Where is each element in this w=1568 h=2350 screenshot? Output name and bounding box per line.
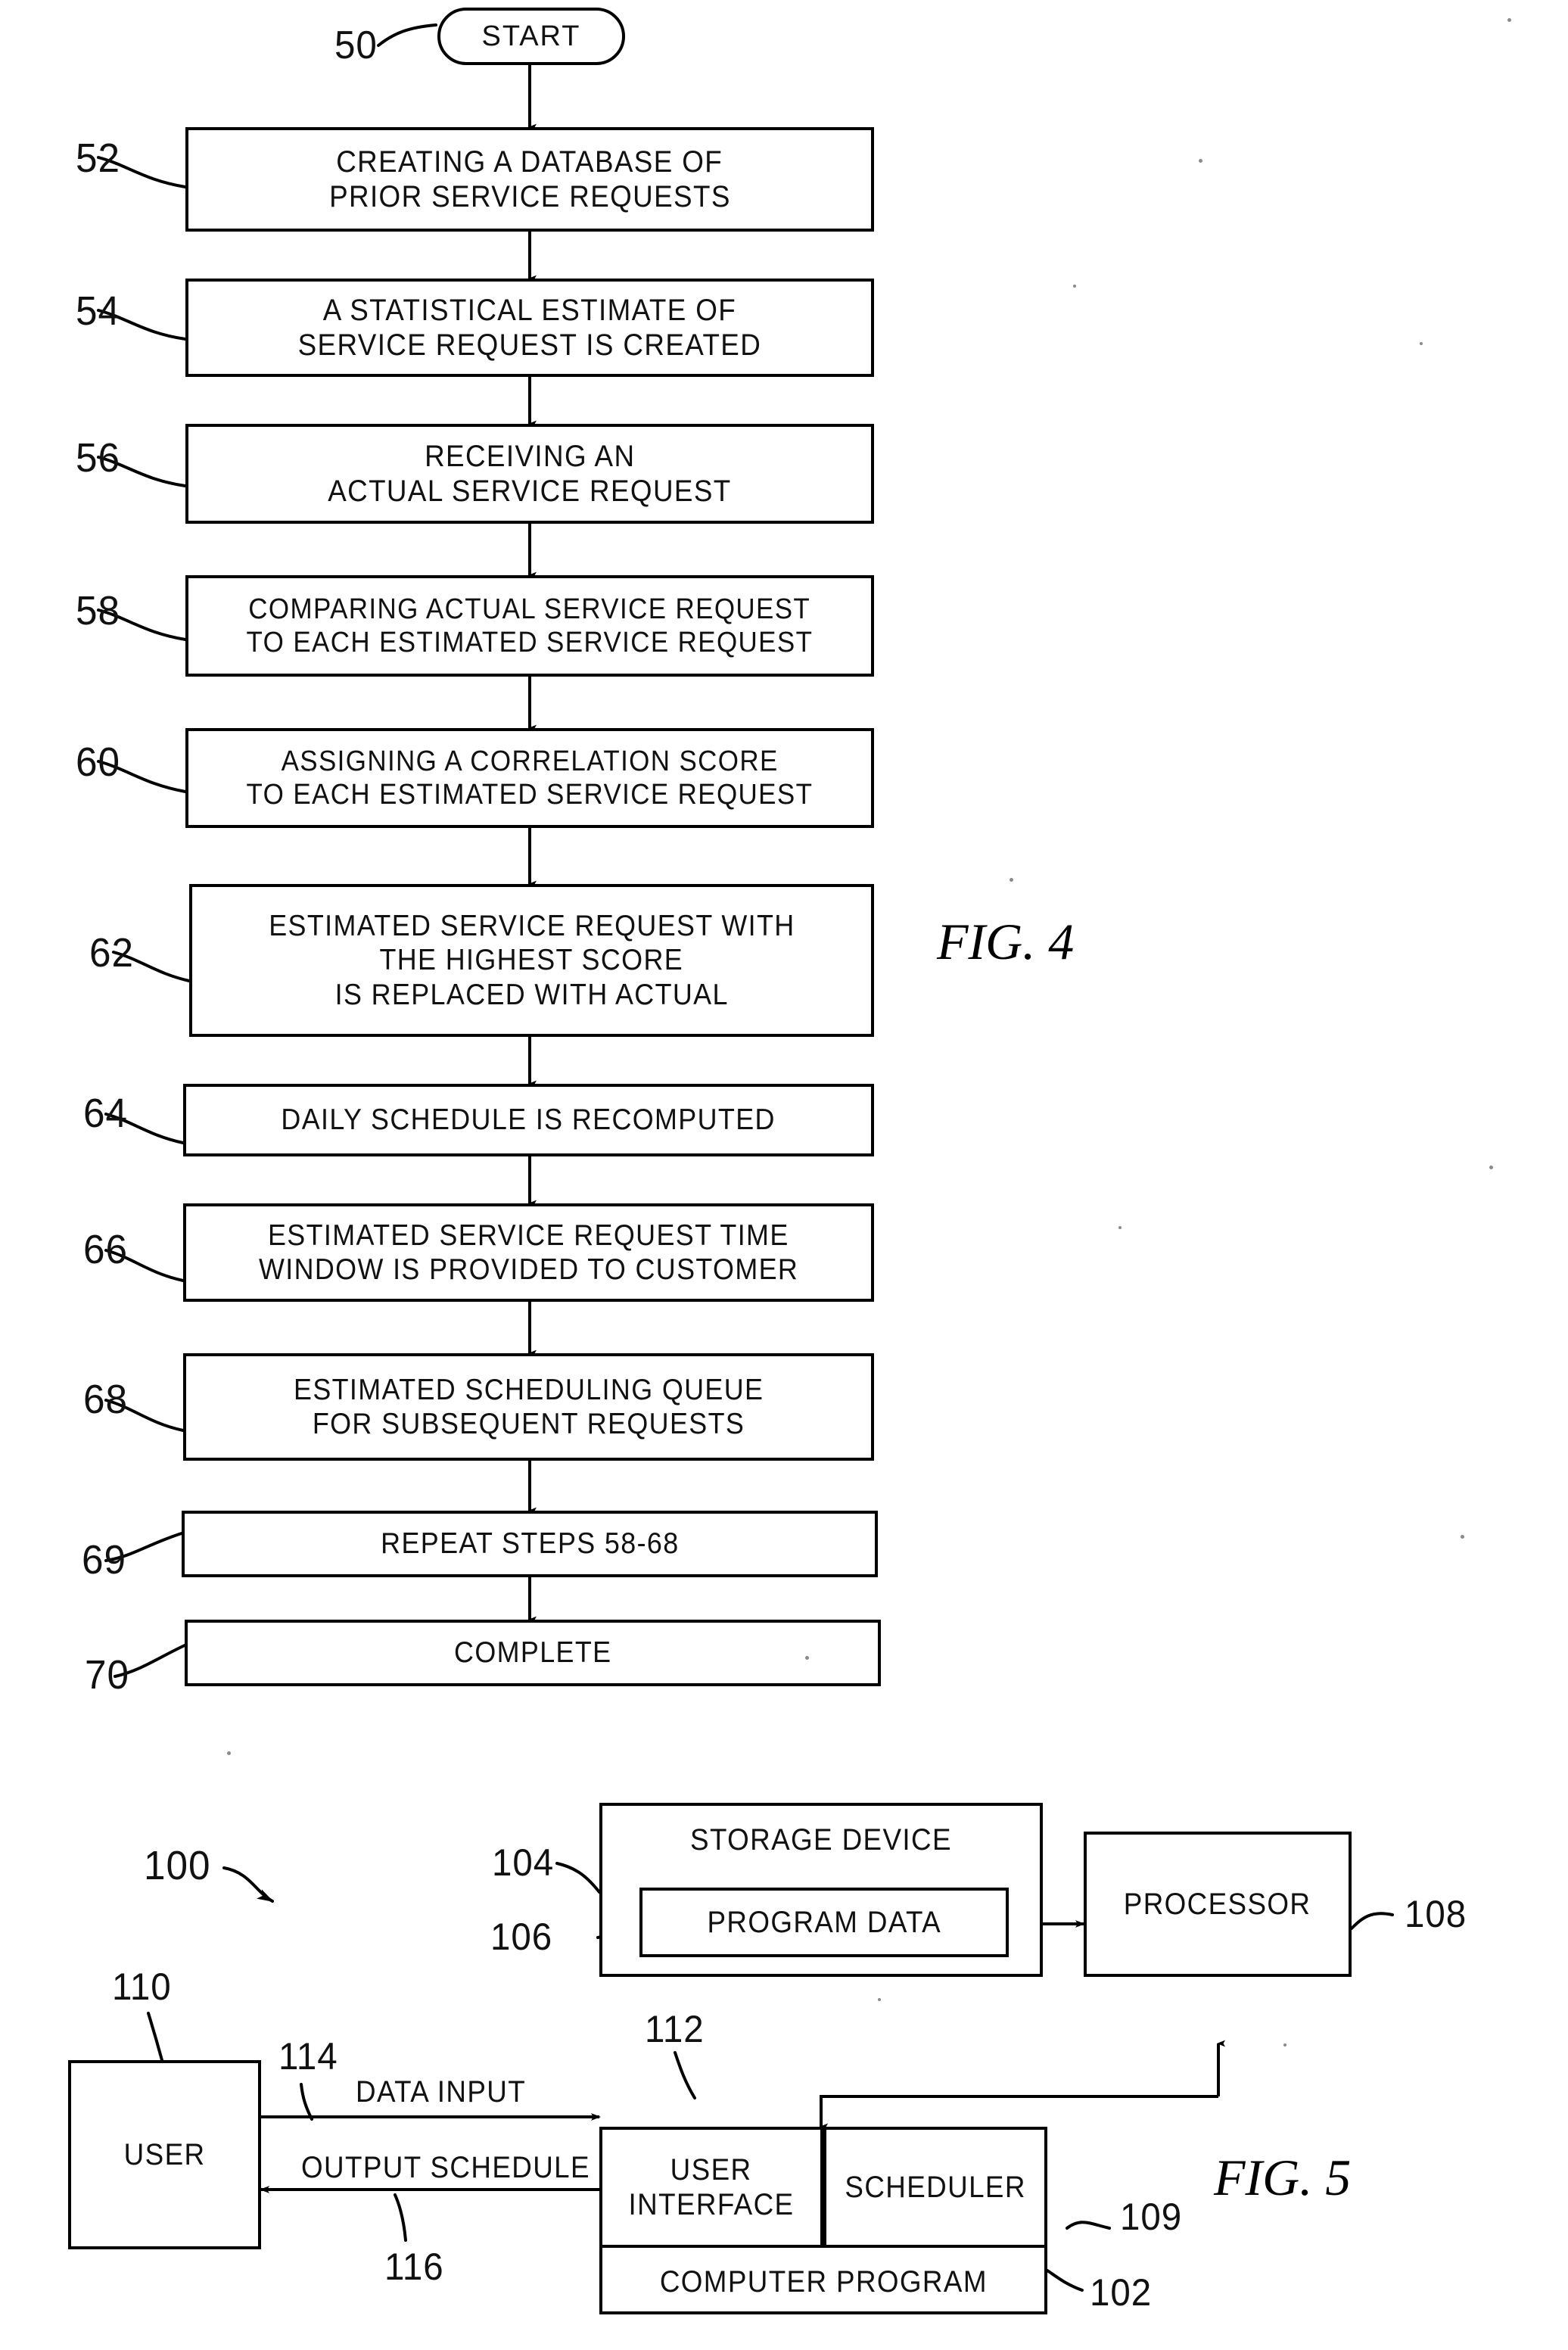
- step-66-line-1: ESTIMATED SERVICE REQUEST TIME: [268, 1219, 789, 1252]
- ref-numeral-64: 64: [83, 1091, 128, 1136]
- step-58-line-1: COMPARING ACTUAL SERVICE REQUEST: [248, 593, 811, 625]
- start-label: START: [481, 20, 581, 52]
- block-program-data: PROGRAM DATA: [639, 1888, 1009, 1957]
- step-62-line-1: ESTIMATED SERVICE REQUEST WITH: [268, 910, 795, 943]
- computer-program-label: COMPUTER PROGRAM: [659, 2265, 988, 2299]
- ref-numeral-58: 58: [76, 588, 120, 633]
- step-70-line-1: COMPLETE: [453, 1636, 612, 1670]
- ref-numeral-104: 104: [492, 1841, 555, 1884]
- scan-speck: [1420, 342, 1423, 345]
- ref-numeral-52: 52: [76, 135, 120, 181]
- scan-speck: [1489, 1166, 1493, 1169]
- ref-numeral-116: 116: [384, 2246, 444, 2288]
- ref-numeral-69: 69: [82, 1537, 126, 1583]
- step-66-line-2: WINDOW IS PROVIDED TO CUSTOMER: [258, 1253, 799, 1286]
- block-scheduler: SCHEDULER: [823, 2127, 1047, 2248]
- scan-speck: [805, 1656, 809, 1660]
- ref-numeral-100: 100: [144, 1843, 211, 1888]
- step-64-line-1: DAILY SCHEDULE IS RECOMPUTED: [281, 1103, 776, 1137]
- ref-numeral-114: 114: [278, 2035, 338, 2078]
- ref-numeral-106: 106: [490, 1916, 553, 1958]
- step-62-line-3: IS REPLACED WITH ACTUAL: [334, 978, 729, 1011]
- scheduler-label: SCHEDULER: [845, 2171, 1026, 2204]
- ref-numeral-62: 62: [89, 930, 134, 976]
- step-58-line-2: TO EACH ESTIMATED SERVICE REQUEST: [246, 627, 814, 658]
- step-52-line-1: CREATING A DATABASE OF: [336, 145, 723, 179]
- flowchart-step-62: ESTIMATED SERVICE REQUEST WITH THE HIGHE…: [189, 884, 874, 1037]
- ref-numeral-66: 66: [83, 1227, 128, 1272]
- storage-device-label: STORAGE DEVICE: [690, 1823, 952, 1857]
- user-label: USER: [123, 2138, 206, 2171]
- ref-numeral-102: 102: [1090, 2271, 1153, 2314]
- step-60-line-2: TO EACH ESTIMATED SERVICE REQUEST: [246, 779, 814, 811]
- step-56-line-1: RECEIVING AN: [424, 439, 636, 473]
- step-54-line-1: A STATISTICAL ESTIMATE OF: [322, 293, 737, 327]
- ref-numeral-60: 60: [76, 739, 120, 785]
- step-69-line-1: REPEAT STEPS 58-68: [380, 1527, 680, 1561]
- flowchart-step-60: ASSIGNING A CORRELATION SCORE TO EACH ES…: [185, 728, 874, 828]
- block-user-interface: USER INTERFACE: [599, 2127, 823, 2248]
- flowchart-step-70: COMPLETE: [185, 1620, 881, 1686]
- edge-label-output-schedule: OUTPUT SCHEDULE: [301, 2151, 590, 2184]
- step-54-line-2: SERVICE REQUEST IS CREATED: [297, 328, 762, 362]
- scan-speck: [1461, 1535, 1464, 1539]
- ref-numeral-70: 70: [85, 1652, 129, 1698]
- flowchart-step-52: CREATING A DATABASE OF PRIOR SERVICE REQ…: [185, 127, 874, 232]
- user-interface-line-2: INTERFACE: [628, 2188, 795, 2221]
- user-interface-line-1: USER: [670, 2153, 752, 2187]
- scan-speck: [1283, 2043, 1286, 2047]
- ref-numeral-54: 54: [76, 288, 120, 334]
- ref-numeral-56: 56: [76, 435, 120, 481]
- ref-numeral-110: 110: [112, 1966, 172, 2008]
- flowchart-step-66: ESTIMATED SERVICE REQUEST TIME WINDOW IS…: [183, 1203, 874, 1302]
- figure-5-caption: FIG. 5: [1214, 2149, 1352, 2206]
- figure-4-caption: FIG. 4: [937, 913, 1075, 970]
- flowchart-step-58: COMPARING ACTUAL SERVICE REQUEST TO EACH…: [185, 575, 874, 677]
- edge-label-data-input: DATA INPUT: [356, 2075, 527, 2109]
- ref-numeral-50: 50: [334, 23, 378, 67]
- ref-numeral-68: 68: [83, 1377, 128, 1422]
- scan-speck: [1507, 18, 1511, 22]
- program-data-label: PROGRAM DATA: [707, 1906, 941, 1939]
- scan-speck: [1118, 1226, 1122, 1229]
- flowchart-step-68: ESTIMATED SCHEDULING QUEUE FOR SUBSEQUEN…: [183, 1353, 874, 1461]
- block-user: USER: [68, 2060, 261, 2249]
- step-62-line-2: THE HIGHEST SCORE: [379, 944, 684, 977]
- scan-speck: [878, 1998, 881, 2001]
- processor-label: PROCESSOR: [1124, 1888, 1311, 1921]
- flowchart-step-64: DAILY SCHEDULE IS RECOMPUTED: [183, 1084, 874, 1156]
- step-60-line-1: ASSIGNING A CORRELATION SCORE: [281, 745, 779, 777]
- scan-speck: [1073, 285, 1076, 288]
- patent-drawing-sheet: START 50 CREATING A DATABASE OF PRIOR SE…: [0, 0, 1568, 2350]
- ref-numeral-109: 109: [1120, 2196, 1183, 2238]
- scan-speck: [1010, 878, 1013, 882]
- step-68-line-2: FOR SUBSEQUENT REQUESTS: [312, 1408, 745, 1440]
- ref-numeral-108: 108: [1405, 1893, 1467, 1935]
- step-68-line-1: ESTIMATED SCHEDULING QUEUE: [293, 1373, 764, 1406]
- block-processor: PROCESSOR: [1084, 1832, 1352, 1977]
- flowchart-step-54: A STATISTICAL ESTIMATE OF SERVICE REQUES…: [185, 279, 874, 377]
- flowchart-start-terminator: START: [437, 8, 625, 65]
- ref-numeral-112: 112: [645, 2008, 705, 2050]
- scan-speck: [1199, 159, 1202, 163]
- flowchart-step-69: REPEAT STEPS 58-68: [182, 1511, 878, 1577]
- scan-speck: [227, 1751, 231, 1755]
- flowchart-step-56: RECEIVING AN ACTUAL SERVICE REQUEST: [185, 424, 874, 524]
- step-52-line-2: PRIOR SERVICE REQUESTS: [328, 180, 731, 213]
- step-56-line-2: ACTUAL SERVICE REQUEST: [328, 475, 732, 508]
